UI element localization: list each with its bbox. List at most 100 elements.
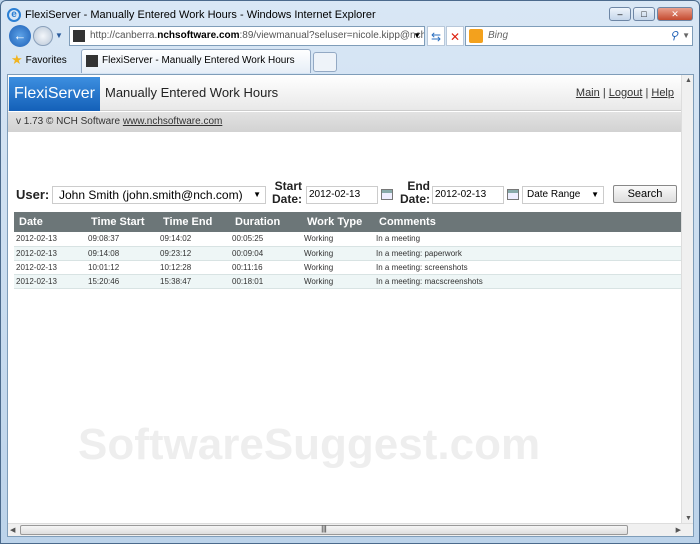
help-link[interactable]: Help bbox=[651, 87, 674, 99]
ie-icon: e bbox=[7, 8, 21, 22]
search-button[interactable]: Search bbox=[613, 185, 677, 203]
refresh-button[interactable]: ⇆ bbox=[427, 26, 445, 46]
vertical-scrollbar[interactable]: ▲ ▼ bbox=[681, 75, 693, 524]
scroll-thumb[interactable]: ||| bbox=[20, 525, 628, 535]
table-cell: In a meeting: screenshots bbox=[374, 260, 681, 275]
table-cell: 00:09:04 bbox=[230, 246, 302, 261]
separator: | bbox=[645, 87, 649, 99]
maximize-button[interactable]: □ bbox=[633, 7, 655, 21]
table-row: 2012-02-13 10:01:12 10:12:28 00:11:16 Workin… bbox=[14, 260, 681, 275]
search-dropdown-icon[interactable]: ▼ bbox=[682, 27, 690, 45]
page-title: Manually Entered Work Hours bbox=[105, 85, 279, 100]
browser-window: e FlexiServer - Manually Entered Work Ho… bbox=[0, 0, 700, 544]
address-bar[interactable]: http://canberra.nchsoftware.com:89/viewm… bbox=[69, 26, 425, 46]
nch-link[interactable]: www.nchsoftware.com bbox=[123, 116, 222, 127]
title-bar: e FlexiServer - Manually Entered Work Ho… bbox=[7, 6, 376, 24]
table-cell: In a meeting bbox=[374, 232, 681, 247]
table-cell: 2012-02-13 bbox=[14, 232, 86, 247]
address-suffix: :89/viewmanual?seluser=nicole.kipp@nchsc bbox=[239, 30, 425, 41]
table-cell: 00:05:25 bbox=[230, 232, 302, 247]
site-icon bbox=[86, 55, 98, 67]
scroll-right-icon[interactable]: ▶ bbox=[676, 526, 681, 534]
address-dropdown-icon[interactable]: ▼ bbox=[413, 27, 421, 45]
table-cell: 00:11:16 bbox=[230, 260, 302, 275]
stop-button[interactable]: ✕ bbox=[446, 26, 464, 46]
column-header: Time Start bbox=[86, 212, 158, 232]
search-input[interactable]: Bing ⚲ ▼ bbox=[465, 26, 693, 46]
tab-title: FlexiServer - Manually Entered Work Hour… bbox=[102, 55, 295, 66]
version-text: v 1.73 © NCH Software bbox=[16, 116, 123, 127]
address-domain: nchsoftware.com bbox=[157, 30, 240, 41]
filter-form: User: John Smith (john.smith@nch.com) ▼ S… bbox=[16, 180, 682, 212]
table-cell: 09:08:37 bbox=[86, 232, 158, 247]
new-tab-button[interactable] bbox=[313, 52, 337, 72]
range-value: Date Range bbox=[527, 189, 581, 200]
version-bar: v 1.73 © NCH Software www.nchsoftware.co… bbox=[8, 112, 682, 132]
forward-button[interactable] bbox=[33, 26, 53, 46]
table-cell: 09:14:08 bbox=[86, 246, 158, 261]
table-cell: 10:12:28 bbox=[158, 260, 230, 275]
table-cell: Working bbox=[302, 246, 374, 261]
calendar-icon[interactable] bbox=[507, 189, 519, 200]
logout-link[interactable]: Logout bbox=[609, 87, 643, 99]
address-prefix: http://canberra. bbox=[90, 30, 158, 41]
column-header: Date bbox=[14, 212, 86, 232]
close-button[interactable]: ✕ bbox=[657, 7, 693, 21]
star-icon: ★ bbox=[11, 52, 23, 67]
table-cell: In a meeting: paperwork bbox=[374, 246, 681, 261]
logo: FlexiServer bbox=[9, 77, 100, 111]
separator: | bbox=[602, 87, 606, 99]
bing-icon bbox=[469, 29, 483, 43]
table-cell: Working bbox=[302, 260, 374, 275]
table-row: 2012-02-13 15:20:46 15:38:47 00:18:01 Workin… bbox=[14, 274, 681, 289]
table-cell: 2012-02-13 bbox=[14, 274, 86, 289]
tab-flexiserver[interactable]: FlexiServer - Manually Entered Work Hour… bbox=[81, 49, 311, 73]
page-content: FlexiServer Manually Entered Work Hours … bbox=[7, 74, 694, 537]
site-icon bbox=[73, 30, 85, 42]
table-cell: Working bbox=[302, 232, 374, 247]
search-placeholder: Bing bbox=[488, 30, 509, 41]
chevron-down-icon: ▼ bbox=[591, 190, 599, 199]
table-cell: 09:14:02 bbox=[158, 232, 230, 247]
table-row: 2012-02-13 09:08:37 09:14:02 00:05:25 Workin… bbox=[14, 232, 681, 247]
back-button[interactable]: ← bbox=[9, 25, 31, 47]
column-header: Time End bbox=[158, 212, 230, 232]
end-date-label: End Date: bbox=[400, 179, 431, 206]
table-cell: 09:23:12 bbox=[158, 246, 230, 261]
user-value: John Smith (john.smith@nch.com) bbox=[59, 188, 243, 202]
window-title: FlexiServer - Manually Entered Work Hour… bbox=[25, 9, 376, 21]
main-link[interactable]: Main bbox=[576, 87, 600, 99]
work-hours-table: Date Time Start Time End Duration Work Type C… bbox=[14, 212, 681, 289]
table-cell: 15:38:47 bbox=[158, 274, 230, 289]
header-links: Main | Logout | Help bbox=[576, 87, 674, 99]
favorites-label: Favorites bbox=[25, 54, 67, 66]
scroll-up-icon[interactable]: ▲ bbox=[685, 77, 692, 84]
table-cell: 00:18:01 bbox=[230, 274, 302, 289]
horizontal-scrollbar[interactable]: ◀ ||| ▶ bbox=[8, 523, 693, 536]
favorites-button[interactable]: ★ Favorites bbox=[11, 52, 67, 68]
history-dropdown-icon[interactable]: ▼ bbox=[55, 31, 63, 40]
column-header: Work Type bbox=[302, 212, 374, 232]
table-row: 2012-02-13 09:14:08 09:23:12 00:09:04 Workin… bbox=[14, 246, 681, 261]
watermark: SoftwareSuggest.com bbox=[78, 420, 541, 469]
date-range-select[interactable]: Date Range ▼ bbox=[522, 186, 604, 204]
start-date-input[interactable]: 2012-02-13 bbox=[306, 186, 378, 204]
table-cell: 15:20:46 bbox=[86, 274, 158, 289]
user-select[interactable]: John Smith (john.smith@nch.com) ▼ bbox=[52, 186, 266, 204]
column-header: Comments bbox=[374, 212, 681, 232]
scroll-down-icon[interactable]: ▼ bbox=[685, 515, 692, 522]
minimize-button[interactable]: – bbox=[609, 7, 631, 21]
table-cell: 2012-02-13 bbox=[14, 246, 86, 261]
page-header: FlexiServer Manually Entered Work Hours … bbox=[8, 75, 682, 111]
column-header: Duration bbox=[230, 212, 302, 232]
start-date-label: Start Date: bbox=[272, 179, 303, 206]
calendar-icon[interactable] bbox=[381, 189, 393, 200]
table-cell: Working bbox=[302, 274, 374, 289]
end-date-input[interactable]: 2012-02-13 bbox=[432, 186, 504, 204]
table-cell: 2012-02-13 bbox=[14, 260, 86, 275]
chevron-down-icon: ▼ bbox=[253, 190, 261, 199]
table-cell: In a meeting: macscreenshots bbox=[374, 274, 681, 289]
search-icon[interactable]: ⚲ bbox=[670, 27, 678, 45]
user-label: User: bbox=[16, 187, 50, 202]
scroll-left-icon[interactable]: ◀ bbox=[10, 526, 15, 534]
